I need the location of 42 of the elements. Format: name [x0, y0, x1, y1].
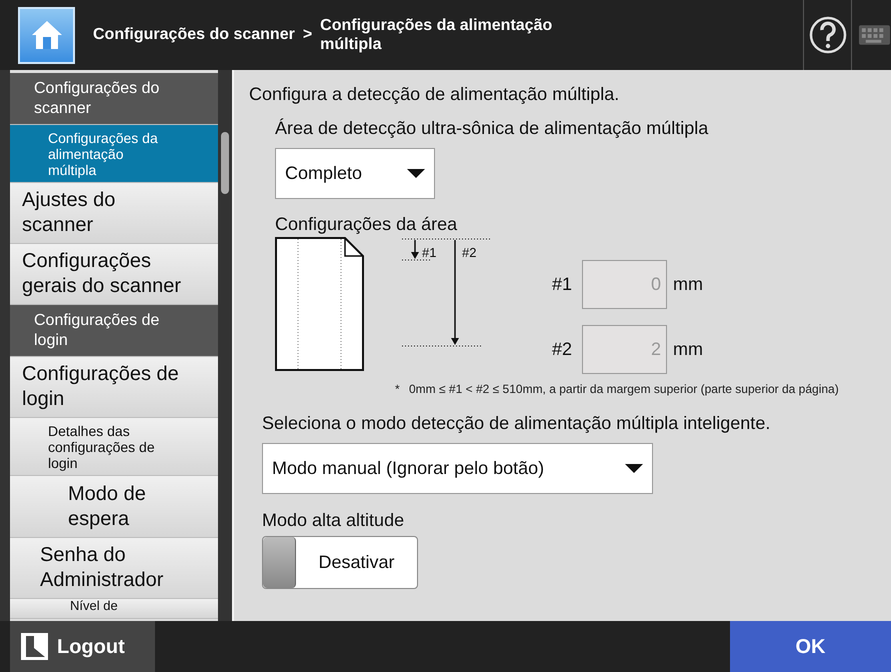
unit-label: mm — [673, 273, 703, 296]
home-button[interactable] — [18, 6, 75, 64]
diagram-label: #2 — [462, 244, 476, 262]
description-text: Configura a detecção de alimentação múltipla. — [249, 83, 620, 106]
unit-label: mm — [673, 338, 703, 361]
field-label: Modo alta altitude — [262, 509, 406, 532]
toggle-switch[interactable]: Desativar — [262, 536, 418, 589]
sidebar-item[interactable]: Modo de espera — [10, 476, 218, 538]
diagram-label: #1 — [422, 244, 436, 262]
field-label: Área de detecção ultra-sônica de alimentação múltipla — [275, 117, 710, 140]
sidebar-group-heading: Configurações do scanner — [10, 73, 218, 125]
sidebar-item[interactable]: Ajustes do scanner — [10, 183, 218, 244]
sidebar-group-heading: Configurações de login — [10, 305, 218, 357]
logout-icon — [20, 632, 49, 661]
arrow-icon — [411, 240, 419, 259]
sidebar-item[interactable]: Detalhes das configurações de login — [10, 418, 218, 476]
field-label: #2 — [552, 338, 574, 361]
keyboard-icon — [858, 24, 891, 46]
sidebar-item[interactable]: Senha do Administrador — [10, 538, 218, 599]
field-label: Seleciona o modo detecção de alimentação múltipla inteligente. — [262, 412, 772, 435]
sidebar-item[interactable]: Configurações de login — [10, 357, 218, 418]
sidebar-item[interactable]: Nível de — [10, 599, 218, 619]
ok-button[interactable]: OK — [730, 621, 891, 672]
arrow-icon — [451, 240, 459, 345]
sidebar-item[interactable]: Configurações da alimentação múltipla — [10, 125, 218, 183]
mode-dropdown[interactable]: Modo manual (Ignorar pelo botão) — [262, 443, 653, 494]
help-icon — [808, 16, 846, 54]
caret-icon — [625, 464, 643, 474]
breadcrumb-separator: > — [302, 25, 312, 45]
home-icon — [30, 19, 64, 51]
breadcrumb-link[interactable]: Configurações do scanner — [93, 23, 295, 47]
keyboard-button[interactable] — [851, 0, 891, 70]
area-dropdown[interactable]: Completo — [275, 148, 435, 199]
sidebar-item[interactable]: Configurações gerais do scanner — [10, 244, 218, 305]
logout-button[interactable]: Logout — [10, 621, 155, 672]
note-text: 0mm ≤ #1 < #2 ≤ 510mm, a partir da margem superior (parte superior da página) — [409, 381, 839, 398]
section-label: Configurações da área — [275, 213, 458, 235]
caret-icon — [407, 168, 425, 178]
scrollbar-thumb[interactable] — [221, 132, 229, 194]
field-label: #1 — [552, 273, 574, 296]
note-mark: * — [395, 381, 401, 398]
page-title: Configurações da alimentação múltipla — [320, 16, 554, 54]
